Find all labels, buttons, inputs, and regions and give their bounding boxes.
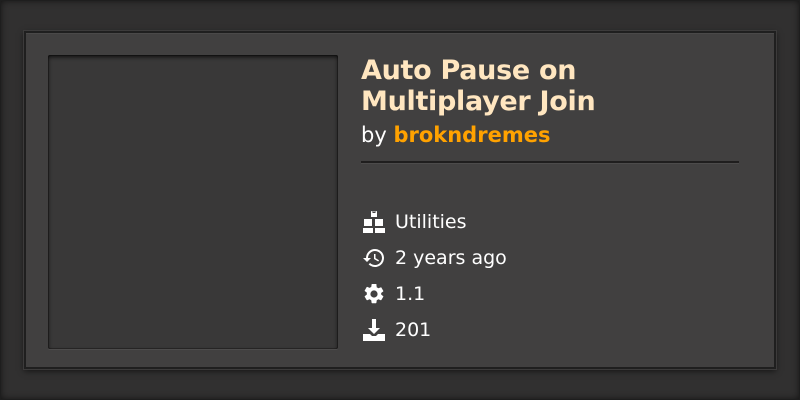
meta-updated: 2 years ago [361,240,741,276]
author-line: by brokndremes [361,121,741,149]
mod-info: Auto Pause on Multiplayer Join by broknd… [361,55,741,348]
author-prefix: by [361,123,387,147]
mod-thumbnail [48,55,338,349]
meta-category-value: Utilities [395,211,467,233]
history-icon [361,245,387,271]
mod-title: Auto Pause on Multiplayer Join [361,55,596,117]
author-link[interactable]: brokndremes [393,123,550,147]
meta-version: 1.1 [361,276,741,312]
download-icon [361,317,387,343]
divider [361,161,739,164]
meta-category: Utilities [361,204,741,240]
meta-downloads: 201 [361,312,741,348]
meta-list: Utilities 2 years ago 1.1 201 [361,204,741,348]
meta-downloads-value: 201 [395,319,432,341]
gear-icon [361,281,387,307]
category-icon [361,209,387,235]
meta-updated-value: 2 years ago [395,247,507,269]
mod-card: Auto Pause on Multiplayer Join by broknd… [24,31,776,369]
page-frame: Auto Pause on Multiplayer Join by broknd… [0,0,800,400]
meta-version-value: 1.1 [395,283,426,305]
